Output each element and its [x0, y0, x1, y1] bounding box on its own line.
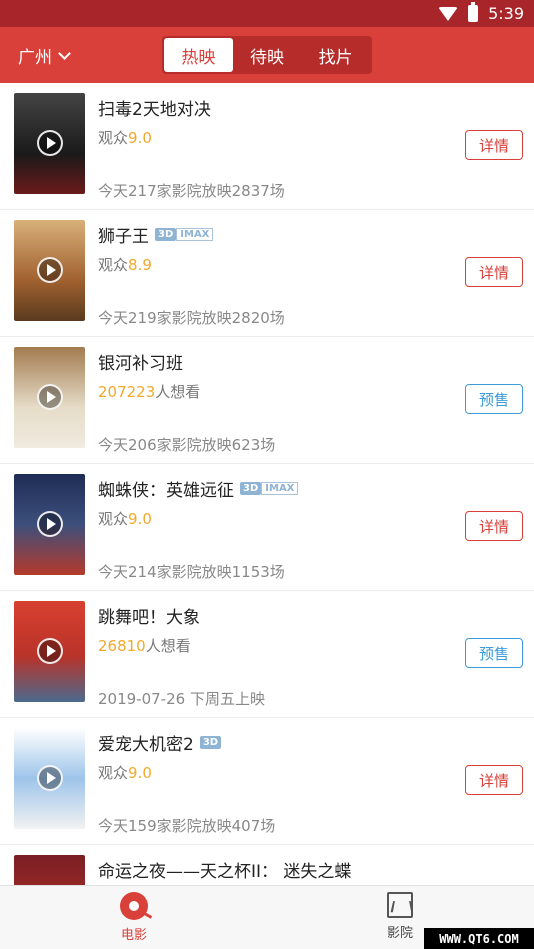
nav-movies-label: 电影 — [120, 928, 147, 943]
movie-item[interactable]: 爱宠大机密2 3D 观众9.0 今天159家影院放映407场 详情 — [0, 718, 534, 845]
movie-item[interactable]: 扫毒2天地对决 观众9.0 今天217家影院放映2837场 详情 — [0, 83, 534, 210]
nav-cinemas-label: 影院 — [386, 926, 413, 941]
city-label: 广州 — [18, 48, 52, 68]
details-button[interactable]: 详情 — [465, 765, 523, 795]
movie-showtimes: 今天219家影院放映2820场 — [98, 309, 285, 327]
tab-now-showing[interactable]: 热映 — [164, 38, 233, 72]
app-header: 广州 热映 待映 找片 — [0, 27, 534, 83]
play-icon[interactable] — [37, 765, 63, 791]
details-button[interactable]: 详情 — [465, 511, 523, 541]
movie-title: 命运之夜——天之杯II： 迷失之蝶 — [98, 862, 352, 882]
cinema-screen-icon — [387, 892, 413, 918]
movie-poster[interactable] — [14, 601, 85, 702]
movie-title: 银河补习班 — [98, 354, 183, 374]
movie-want: 207223人想看 — [98, 383, 201, 401]
tag-3d: 3D — [199, 736, 222, 749]
movie-want: 26810人想看 — [98, 637, 191, 655]
play-icon[interactable] — [37, 511, 63, 537]
movie-item[interactable]: 命运之夜——天之杯II： 迷失之蝶 — [0, 845, 534, 885]
city-selector[interactable]: 广州 — [18, 43, 71, 68]
play-icon[interactable] — [37, 130, 63, 156]
battery-icon — [468, 2, 479, 22]
movie-showtimes: 今天214家影院放映1153场 — [98, 563, 285, 581]
movie-score: 观众9.0 — [98, 129, 152, 147]
movie-tabs: 热映 待映 找片 — [162, 36, 372, 74]
movie-list: 扫毒2天地对决 观众9.0 今天217家影院放映2837场 详情 狮子王 3D … — [0, 83, 534, 885]
watermark: WWW.QT6.COM — [424, 928, 534, 949]
movie-poster[interactable] — [14, 93, 85, 194]
play-icon[interactable] — [37, 257, 63, 283]
tag-imax: IMAX — [261, 482, 299, 495]
wifi-icon — [438, 6, 459, 21]
movie-title: 爱宠大机密2 3D — [98, 730, 222, 755]
movie-item[interactable]: 银河补习班 207223人想看 今天206家影院放映623场 预售 — [0, 337, 534, 464]
movie-showtimes: 今天217家影院放映2837场 — [98, 182, 285, 200]
movie-score: 观众8.9 — [98, 256, 152, 274]
movie-score: 观众9.0 — [98, 510, 152, 528]
status-bar: 5:39 — [0, 0, 534, 27]
movie-title: 狮子王 3D IMAX — [98, 222, 214, 247]
tag-imax: IMAX — [176, 228, 214, 241]
presale-button[interactable]: 预售 — [465, 638, 523, 668]
movie-poster[interactable] — [14, 728, 85, 829]
play-icon[interactable] — [37, 384, 63, 410]
status-time: 5:39 — [488, 4, 524, 23]
movie-release-date: 2019-07-26 下周五上映 — [98, 690, 265, 708]
movie-score: 观众9.0 — [98, 764, 152, 782]
movie-item[interactable]: 跳舞吧！大象 26810人想看 2019-07-26 下周五上映 预售 — [0, 591, 534, 718]
movie-poster[interactable] — [14, 347, 85, 448]
movie-poster[interactable] — [14, 474, 85, 575]
movie-item[interactable]: 蜘蛛侠：英雄远征 3D IMAX 观众9.0 今天214家影院放映1153场 详… — [0, 464, 534, 591]
movie-poster[interactable] — [14, 220, 85, 321]
movie-title: 跳舞吧！大象 — [98, 608, 200, 628]
film-reel-icon — [120, 892, 148, 920]
tab-find-movie[interactable]: 找片 — [301, 38, 370, 72]
movie-title: 扫毒2天地对决 — [98, 100, 211, 120]
tag-3d: 3D — [240, 482, 262, 495]
movie-showtimes: 今天206家影院放映623场 — [98, 436, 276, 454]
movie-item[interactable]: 狮子王 3D IMAX 观众8.9 今天219家影院放映2820场 详情 — [0, 210, 534, 337]
details-button[interactable]: 详情 — [465, 257, 523, 287]
movie-showtimes: 今天159家影院放映407场 — [98, 817, 276, 835]
nav-cinemas[interactable]: 影院 — [370, 892, 430, 941]
tag-3d: 3D — [155, 228, 177, 241]
movie-title: 蜘蛛侠：英雄远征 3D IMAX — [98, 476, 299, 501]
tab-coming-soon[interactable]: 待映 — [233, 38, 302, 72]
nav-movies[interactable]: 电影 — [104, 892, 164, 943]
movie-poster[interactable] — [14, 855, 85, 885]
details-button[interactable]: 详情 — [465, 130, 523, 160]
chevron-down-icon — [58, 46, 71, 60]
play-icon[interactable] — [37, 638, 63, 664]
presale-button[interactable]: 预售 — [465, 384, 523, 414]
